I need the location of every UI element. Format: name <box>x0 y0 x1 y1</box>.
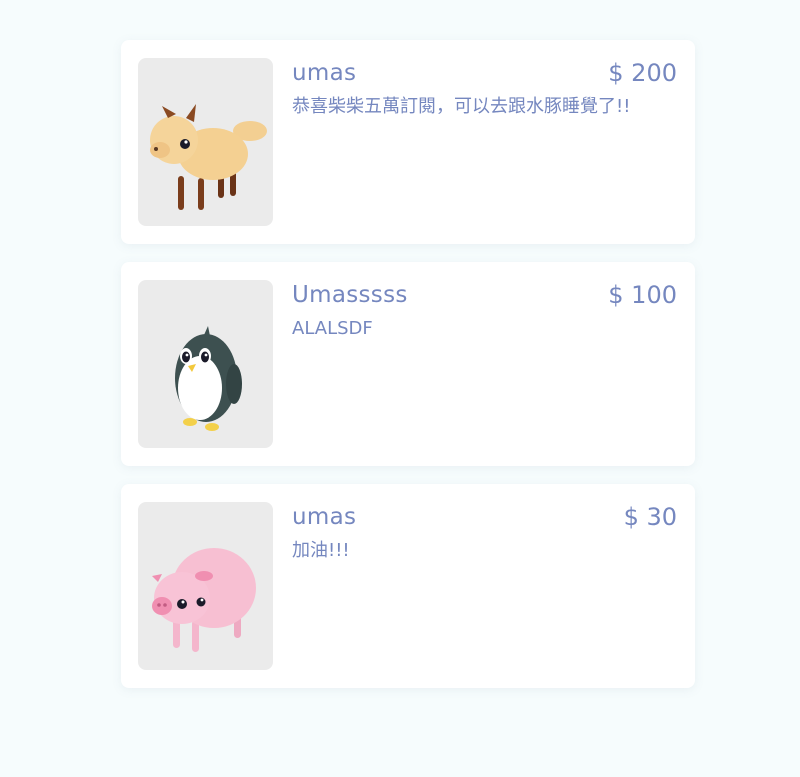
donor-name: umas <box>292 60 357 86</box>
donation-message: ALALSDF <box>292 318 373 339</box>
donation-card: umas $ 200 恭喜柴柴五萬訂閱，可以去跟水豚睡覺了!! <box>121 40 695 244</box>
deer-icon <box>150 104 267 210</box>
donation-amount: $ 30 <box>623 503 677 531</box>
donor-name: Umasssss <box>292 282 408 308</box>
donation-list: umas $ 200 恭喜柴柴五萬訂閱，可以去跟水豚睡覺了!! Umasssss… <box>121 40 695 706</box>
avatar <box>138 280 273 448</box>
donor-name: umas <box>292 504 357 530</box>
donation-card: umas $ 30 加油!!! <box>121 484 695 688</box>
donation-amount: $ 200 <box>608 59 677 87</box>
donation-message: 恭喜柴柴五萬訂閱，可以去跟水豚睡覺了!! <box>292 96 631 117</box>
donation-message: 加油!!! <box>292 540 350 561</box>
avatar <box>138 58 273 226</box>
donation-amount: $ 100 <box>608 281 677 309</box>
pig-icon <box>152 548 256 652</box>
donation-card: Umasssss $ 100 ALALSDF <box>121 262 695 466</box>
penguin-icon <box>175 326 242 431</box>
avatar <box>138 502 273 670</box>
